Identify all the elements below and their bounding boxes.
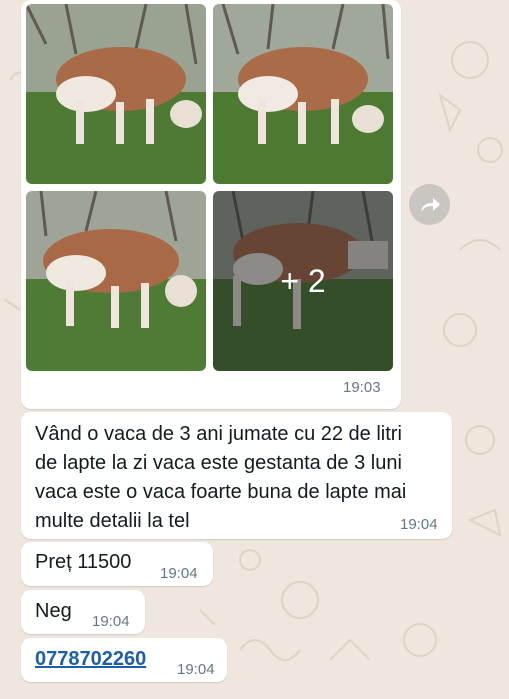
message-text: Preț 11500 xyxy=(35,551,132,573)
message-time: 19:04 xyxy=(92,613,130,630)
cow-photo-icon xyxy=(26,191,206,371)
album-photo-1[interactable] xyxy=(26,4,206,184)
message-line: Vând o vaca de 3 ani jumate cu 22 de lit… xyxy=(35,423,402,445)
cow-photo-icon xyxy=(213,4,393,184)
phone-number-link[interactable]: 0778702260 xyxy=(35,645,146,674)
message-time: 19:04 xyxy=(177,661,215,678)
album-photo-3[interactable] xyxy=(26,191,206,371)
message-line: multe detalii la tel xyxy=(35,510,190,532)
more-photos-count: + 2 xyxy=(213,191,393,371)
forward-button[interactable] xyxy=(409,184,450,225)
album-photo-4[interactable]: + 2 xyxy=(213,191,393,371)
message-line: vaca este o vaca foarte buna de lapte ma… xyxy=(35,481,407,503)
message-text: Neg xyxy=(35,600,72,622)
message-time: 19:03 xyxy=(343,379,381,396)
message-text: Vând o vaca de 3 ani jumate cu 22 de lit… xyxy=(35,420,445,536)
message-time: 19:04 xyxy=(160,565,198,582)
cow-photo-icon xyxy=(26,4,206,184)
album-photo-2[interactable] xyxy=(213,4,393,184)
forward-icon xyxy=(420,197,440,212)
message-time: 19:04 xyxy=(400,516,438,533)
message-line: de lapte la zi vaca este gestanta de 3 l… xyxy=(35,452,402,474)
